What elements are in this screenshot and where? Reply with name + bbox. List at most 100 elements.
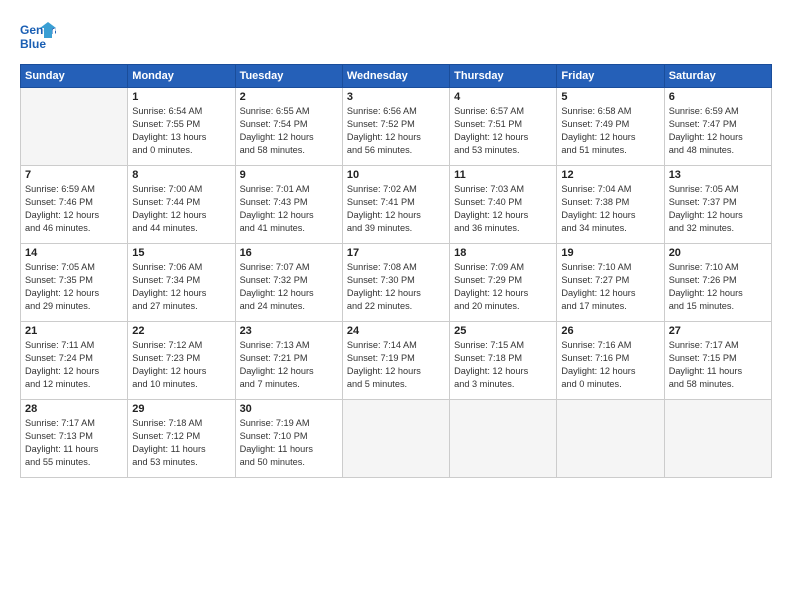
- calendar-cell: [664, 400, 771, 478]
- header-tuesday: Tuesday: [235, 65, 342, 88]
- day-info: Sunrise: 6:59 AMSunset: 7:47 PMDaylight:…: [669, 105, 767, 157]
- calendar-cell: 18 Sunrise: 7:09 AMSunset: 7:29 PMDayligh…: [450, 244, 557, 322]
- calendar-cell: [450, 400, 557, 478]
- day-number: 18: [454, 247, 552, 259]
- calendar-cell: 3 Sunrise: 6:56 AMSunset: 7:52 PMDaylight…: [342, 88, 449, 166]
- calendar-cell: 22 Sunrise: 7:12 AMSunset: 7:23 PMDayligh…: [128, 322, 235, 400]
- day-number: 29: [132, 403, 230, 415]
- calendar-cell: 28 Sunrise: 7:17 AMSunset: 7:13 PMDayligh…: [21, 400, 128, 478]
- header-thursday: Thursday: [450, 65, 557, 88]
- day-number: 5: [561, 91, 659, 103]
- day-number: 3: [347, 91, 445, 103]
- day-number: 1: [132, 91, 230, 103]
- day-info: Sunrise: 7:03 AMSunset: 7:40 PMDaylight:…: [454, 183, 552, 235]
- header-wednesday: Wednesday: [342, 65, 449, 88]
- calendar-cell: [557, 400, 664, 478]
- calendar-cell: 8Sunrise: 7:00 AMSunset: 7:44 PMDaylight…: [128, 166, 235, 244]
- calendar-cell: 24 Sunrise: 7:14 AMSunset: 7:19 PMDayligh…: [342, 322, 449, 400]
- header-saturday: Saturday: [664, 65, 771, 88]
- day-info: Sunrise: 7:10 AMSunset: 7:26 PMDaylight:…: [669, 261, 767, 313]
- day-info: Sunrise: 7:00 AMSunset: 7:44 PMDaylight:…: [132, 183, 230, 235]
- day-info: Sunrise: 7:06 AMSunset: 7:34 PMDaylight:…: [132, 261, 230, 313]
- day-number: 25: [454, 325, 552, 337]
- day-number: 17: [347, 247, 445, 259]
- calendar-cell: 1Sunrise: 6:54 AMSunset: 7:55 PMDaylight…: [128, 88, 235, 166]
- day-number: 13: [669, 169, 767, 181]
- svg-text:Blue: Blue: [20, 37, 46, 51]
- day-info: Sunrise: 7:09 AMSunset: 7:29 PMDaylight:…: [454, 261, 552, 313]
- week-row-2: 7 Sunrise: 6:59 AMSunset: 7:46 PMDaylight…: [21, 166, 772, 244]
- day-info: Sunrise: 7:11 AMSunset: 7:24 PMDaylight:…: [25, 339, 123, 391]
- day-number: 6: [669, 91, 767, 103]
- day-number: 19: [561, 247, 659, 259]
- day-number: 10: [347, 169, 445, 181]
- day-number: 12: [561, 169, 659, 181]
- day-number: 30: [240, 403, 338, 415]
- day-number: 9: [240, 169, 338, 181]
- day-info: Sunrise: 6:56 AMSunset: 7:52 PMDaylight:…: [347, 105, 445, 157]
- day-number: 26: [561, 325, 659, 337]
- day-info: Sunrise: 7:07 AMSunset: 7:32 PMDaylight:…: [240, 261, 338, 313]
- day-info: Sunrise: 7:19 AMSunset: 7:10 PMDaylight:…: [240, 417, 338, 469]
- calendar-cell: 11 Sunrise: 7:03 AMSunset: 7:40 PMDayligh…: [450, 166, 557, 244]
- week-row-3: 14 Sunrise: 7:05 AMSunset: 7:35 PMDayligh…: [21, 244, 772, 322]
- calendar-cell: 5 Sunrise: 6:58 AMSunset: 7:49 PMDaylight…: [557, 88, 664, 166]
- day-number: 2: [240, 91, 338, 103]
- day-info: Sunrise: 6:58 AMSunset: 7:49 PMDaylight:…: [561, 105, 659, 157]
- calendar-cell: 7 Sunrise: 6:59 AMSunset: 7:46 PMDaylight…: [21, 166, 128, 244]
- calendar-cell: 12Sunrise: 7:04 AMSunset: 7:38 PMDayligh…: [557, 166, 664, 244]
- day-info: Sunrise: 7:10 AMSunset: 7:27 PMDaylight:…: [561, 261, 659, 313]
- day-info: Sunrise: 6:59 AMSunset: 7:46 PMDaylight:…: [25, 183, 123, 235]
- day-info: Sunrise: 7:13 AMSunset: 7:21 PMDaylight:…: [240, 339, 338, 391]
- day-info: Sunrise: 7:15 AMSunset: 7:18 PMDaylight:…: [454, 339, 552, 391]
- calendar-cell: 15Sunrise: 7:06 AMSunset: 7:34 PMDayligh…: [128, 244, 235, 322]
- calendar-cell: 19 Sunrise: 7:10 AMSunset: 7:27 PMDayligh…: [557, 244, 664, 322]
- header-sunday: Sunday: [21, 65, 128, 88]
- calendar-cell: 26Sunrise: 7:16 AMSunset: 7:16 PMDayligh…: [557, 322, 664, 400]
- day-number: 24: [347, 325, 445, 337]
- day-info: Sunrise: 7:05 AMSunset: 7:37 PMDaylight:…: [669, 183, 767, 235]
- calendar-cell: [342, 400, 449, 478]
- day-info: Sunrise: 7:02 AMSunset: 7:41 PMDaylight:…: [347, 183, 445, 235]
- day-number: 4: [454, 91, 552, 103]
- calendar-cell: 2 Sunrise: 6:55 AMSunset: 7:54 PMDaylight…: [235, 88, 342, 166]
- day-info: Sunrise: 7:18 AMSunset: 7:12 PMDaylight:…: [132, 417, 230, 469]
- calendar-cell: 17Sunrise: 7:08 AMSunset: 7:30 PMDayligh…: [342, 244, 449, 322]
- header-friday: Friday: [557, 65, 664, 88]
- week-row-5: 28 Sunrise: 7:17 AMSunset: 7:13 PMDayligh…: [21, 400, 772, 478]
- calendar-cell: [21, 88, 128, 166]
- calendar-cell: 27 Sunrise: 7:17 AMSunset: 7:15 PMDayligh…: [664, 322, 771, 400]
- day-number: 20: [669, 247, 767, 259]
- week-row-1: 1Sunrise: 6:54 AMSunset: 7:55 PMDaylight…: [21, 88, 772, 166]
- calendar-cell: 16 Sunrise: 7:07 AMSunset: 7:32 PMDayligh…: [235, 244, 342, 322]
- day-number: 28: [25, 403, 123, 415]
- calendar-cell: 25 Sunrise: 7:15 AMSunset: 7:18 PMDayligh…: [450, 322, 557, 400]
- day-number: 7: [25, 169, 123, 181]
- day-number: 23: [240, 325, 338, 337]
- day-number: 16: [240, 247, 338, 259]
- calendar-cell: 10 Sunrise: 7:02 AMSunset: 7:41 PMDayligh…: [342, 166, 449, 244]
- calendar-cell: 14 Sunrise: 7:05 AMSunset: 7:35 PMDayligh…: [21, 244, 128, 322]
- day-number: 22: [132, 325, 230, 337]
- day-info: Sunrise: 7:12 AMSunset: 7:23 PMDaylight:…: [132, 339, 230, 391]
- calendar-cell: 30 Sunrise: 7:19 AMSunset: 7:10 PMDayligh…: [235, 400, 342, 478]
- calendar-cell: 23 Sunrise: 7:13 AMSunset: 7:21 PMDayligh…: [235, 322, 342, 400]
- logo: General Blue: [20, 18, 56, 54]
- calendar-cell: 4 Sunrise: 6:57 AMSunset: 7:51 PMDaylight…: [450, 88, 557, 166]
- day-number: 27: [669, 325, 767, 337]
- calendar-cell: 21 Sunrise: 7:11 AMSunset: 7:24 PMDayligh…: [21, 322, 128, 400]
- header-monday: Monday: [128, 65, 235, 88]
- day-info: Sunrise: 7:17 AMSunset: 7:15 PMDaylight:…: [669, 339, 767, 391]
- logo-svg: General Blue: [20, 18, 56, 54]
- header: General Blue: [20, 18, 772, 54]
- day-info: Sunrise: 7:14 AMSunset: 7:19 PMDaylight:…: [347, 339, 445, 391]
- day-info: Sunrise: 7:17 AMSunset: 7:13 PMDaylight:…: [25, 417, 123, 469]
- day-info: Sunrise: 6:55 AMSunset: 7:54 PMDaylight:…: [240, 105, 338, 157]
- day-number: 21: [25, 325, 123, 337]
- day-info: Sunrise: 6:57 AMSunset: 7:51 PMDaylight:…: [454, 105, 552, 157]
- day-info: Sunrise: 7:05 AMSunset: 7:35 PMDaylight:…: [25, 261, 123, 313]
- calendar-cell: 29 Sunrise: 7:18 AMSunset: 7:12 PMDayligh…: [128, 400, 235, 478]
- day-number: 14: [25, 247, 123, 259]
- week-row-4: 21 Sunrise: 7:11 AMSunset: 7:24 PMDayligh…: [21, 322, 772, 400]
- day-number: 11: [454, 169, 552, 181]
